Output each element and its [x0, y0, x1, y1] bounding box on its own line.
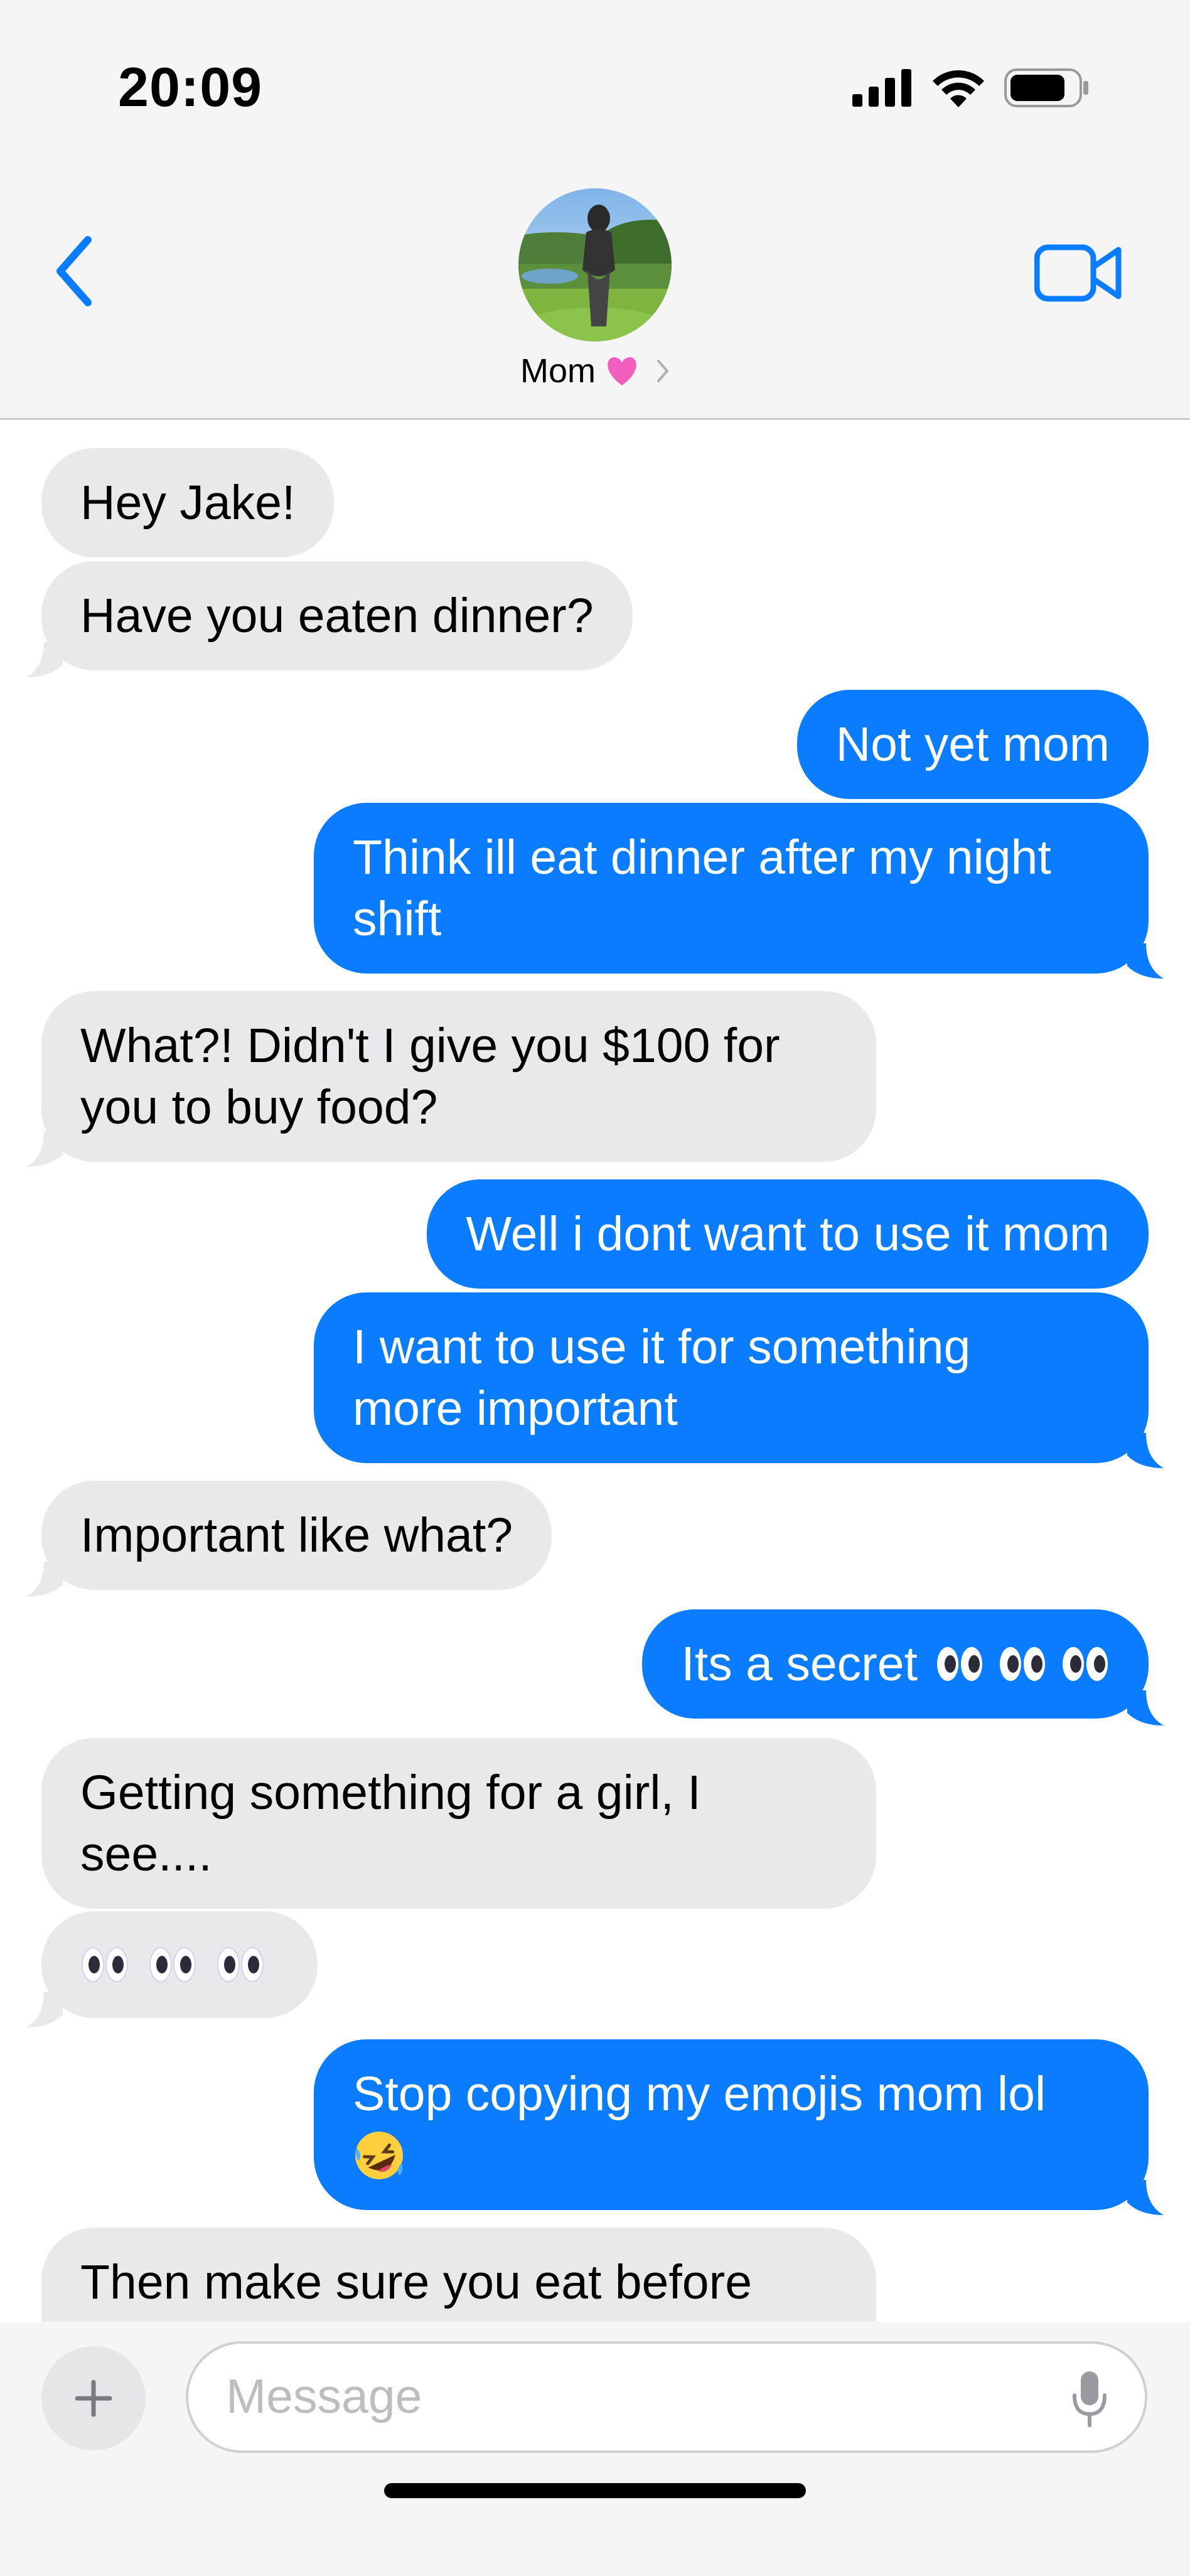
status-bar: 20:09: [0, 0, 1190, 163]
message-bubble-incoming[interactable]: What?! Didn't I give you $100 for you to…: [41, 991, 876, 1162]
message-bubble-outgoing[interactable]: Not yet mom: [796, 690, 1149, 799]
message-text-line: shift: [353, 892, 442, 946]
message-text-line: Stop copying my emojis mom lol: [353, 2067, 1046, 2121]
eyes-emoji-icon: [1063, 1647, 1108, 1681]
message-text-line: I want to use it for something: [353, 1320, 971, 1374]
avatar-photo: [518, 188, 672, 341]
eyes-emoji-icon: [149, 1947, 196, 1982]
contact-name: Mom: [520, 352, 596, 390]
message-bubble-outgoing[interactable]: Its a secret: [642, 1609, 1149, 1719]
message-text-line: more important: [353, 1382, 678, 1436]
eyes-emoji-icon: [1000, 1647, 1045, 1681]
cellular-signal-icon: [852, 69, 911, 107]
message-text-line: Think ill eat dinner after my night: [353, 830, 1051, 884]
message-bubble-outgoing[interactable]: Stop copying my emojis mom lol: [314, 2039, 1149, 2210]
plus-icon: [75, 2380, 112, 2417]
message-input[interactable]: Message: [186, 2341, 1147, 2453]
eyes-emoji-icon: [217, 1947, 264, 1982]
eyes-emoji-icon: [937, 1647, 982, 1681]
message-input-placeholder: Message: [226, 2369, 422, 2423]
message-text: Not yet mom: [835, 717, 1110, 771]
rolling-laughing-emoji-icon: [355, 2132, 403, 2179]
message-text: Its a secret: [681, 1637, 918, 1691]
facetime-video-icon[interactable]: [1034, 239, 1122, 308]
message-bubble-incoming[interactable]: Getting something for a girl, I see....: [41, 1738, 876, 1909]
bubble-tail-outgoing: [1127, 1690, 1164, 1725]
message-text: Hey Jake!: [80, 476, 296, 530]
bubble-tail-outgoing: [1127, 1433, 1164, 1468]
message-text-line: you to buy food?: [80, 1080, 438, 1134]
status-time: 20:09: [118, 56, 263, 118]
contact-avatar[interactable]: [518, 188, 672, 341]
message-emoji-line: [353, 2125, 1110, 2186]
message-bubble-outgoing[interactable]: I want to use it for something more impo…: [314, 1292, 1149, 1463]
bubble-tail-outgoing: [1127, 943, 1164, 979]
eyes-emoji-group: [935, 1645, 1110, 1683]
contact-name-row[interactable]: Mom: [0, 352, 1190, 390]
composer-bar: Message: [0, 2322, 1190, 2576]
bubble-tail-incoming: [26, 1992, 63, 2027]
message-text: Well i dont want to use it mom: [466, 1207, 1110, 1261]
message-bubble-outgoing[interactable]: Well i dont want to use it mom: [427, 1179, 1149, 1289]
message-text: Important like what?: [80, 1508, 513, 1562]
status-icons: [852, 63, 1090, 113]
bubble-tail-incoming: [26, 1132, 63, 1167]
bubble-tail-outgoing: [1127, 2180, 1164, 2215]
message-text: Have you eaten dinner?: [80, 589, 594, 643]
home-indicator[interactable]: [384, 2483, 806, 2498]
message-text-line: What?! Didn't I give you $100 for: [80, 1019, 780, 1073]
chevron-right-icon: [657, 360, 669, 382]
message-bubble-incoming[interactable]: Then make sure you eat before: [41, 2228, 876, 2322]
message-list[interactable]: Hey Jake! Have you eaten dinner? Not yet…: [0, 420, 1190, 2322]
add-attachment-button[interactable]: [41, 2346, 146, 2450]
wifi-icon: [933, 70, 984, 107]
message-text-line: Getting something for a girl, I: [80, 1766, 701, 1820]
bubble-tail-incoming: [26, 1562, 63, 1597]
message-bubble-incoming[interactable]: [41, 1911, 318, 2018]
eyes-emoji-icon: [82, 1947, 128, 1982]
message-bubble-incoming[interactable]: Have you eaten dinner?: [41, 561, 633, 670]
message-text-line: Then make sure you eat before: [80, 2255, 753, 2309]
pink-heart-icon: [608, 357, 636, 385]
microphone-icon[interactable]: [1072, 2370, 1107, 2428]
back-chevron-icon[interactable]: [49, 233, 99, 309]
bubble-tail-incoming: [26, 642, 63, 677]
message-bubble-incoming[interactable]: Hey Jake!: [41, 448, 335, 557]
message-bubble-outgoing[interactable]: Think ill eat dinner after my night shif…: [314, 803, 1149, 974]
conversation-header: Mom: [0, 163, 1190, 420]
message-text-line: see....: [80, 1827, 212, 1881]
battery-icon: [1004, 68, 1088, 107]
message-bubble-incoming[interactable]: Important like what?: [41, 1481, 552, 1590]
